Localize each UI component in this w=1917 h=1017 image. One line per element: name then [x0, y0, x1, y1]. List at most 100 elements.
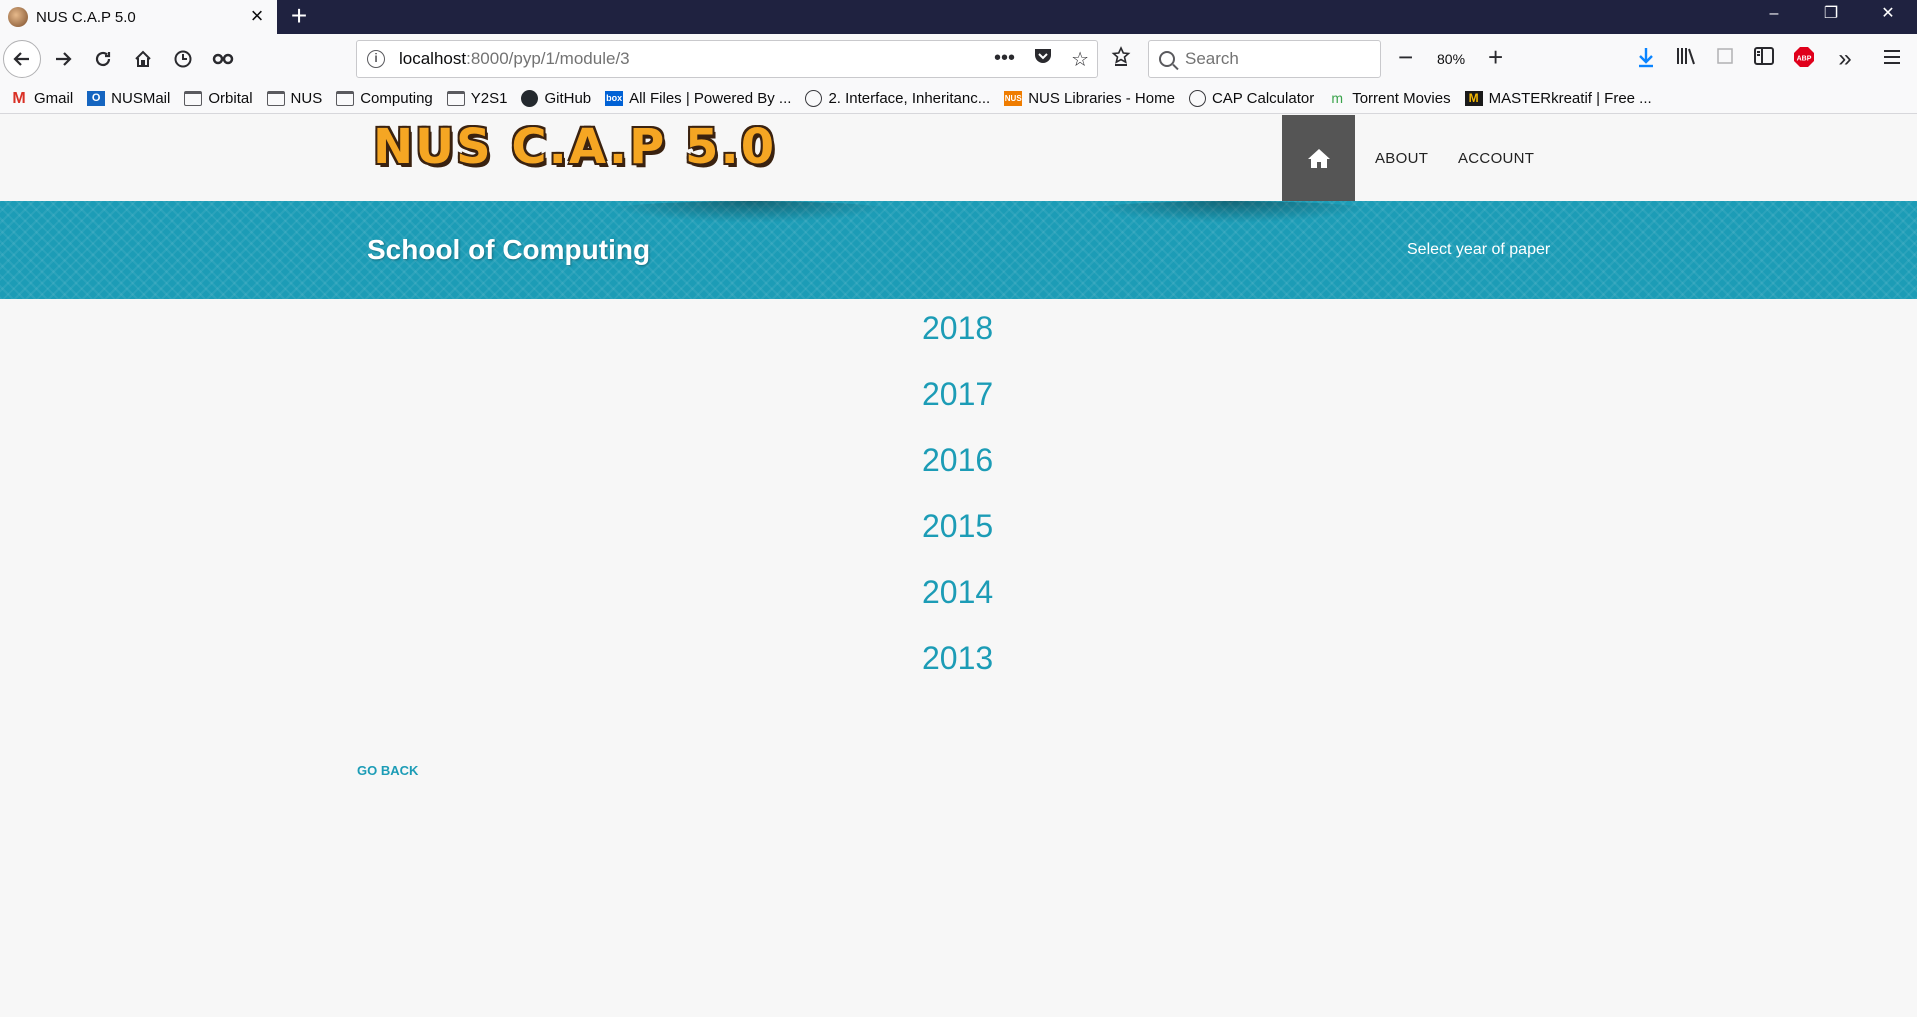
bookmarks-bar: M Gmail O NUSMail Orbital NUS Computing Y2S1 Git…	[0, 84, 1917, 114]
folder-icon	[446, 91, 465, 106]
bookmark-item[interactable]: GitHub	[521, 90, 591, 107]
page-actions-icon[interactable]: •••	[994, 47, 1015, 72]
bookmark-item[interactable]: M MASTERkreatif | Free ...	[1464, 90, 1652, 107]
browser-toolbar: i localhost:8000/pyp/1/module/3 ••• ☆ Se…	[0, 34, 1917, 84]
site-favicon-icon	[8, 7, 28, 27]
bookmark-item[interactable]: CAP Calculator	[1188, 90, 1315, 107]
restore-icon[interactable]: ❐	[1808, 0, 1854, 34]
search-placeholder: Search	[1185, 49, 1239, 68]
bookmark-item[interactable]: O NUSMail	[87, 90, 170, 107]
info-icon[interactable]: i	[367, 50, 385, 68]
torrent-icon: m	[1331, 90, 1344, 106]
address-bar[interactable]: i localhost:8000/pyp/1/module/3 ••• ☆	[356, 40, 1098, 78]
url-path: :8000/pyp/1/module/3	[466, 49, 630, 68]
globe-icon	[1188, 90, 1206, 107]
bookmark-label: All Files | Powered By ...	[629, 90, 792, 107]
back-arrow-icon	[13, 52, 29, 66]
sidebar-icon[interactable]	[1751, 46, 1777, 72]
box-icon: box	[605, 91, 624, 106]
bookmark-label: Y2S1	[470, 90, 508, 107]
clock-icon	[174, 50, 192, 68]
downloads-icon[interactable]	[1633, 46, 1659, 72]
bookmark-label: CAP Calculator	[1211, 90, 1315, 107]
nav-about-link[interactable]: ABOUT	[1375, 150, 1428, 167]
bookmark-label: Torrent Movies	[1352, 90, 1451, 107]
hamburger-menu-icon[interactable]	[1879, 46, 1905, 72]
forward-arrow-icon	[56, 52, 72, 66]
bookmark-item[interactable]: NUS NUS Libraries - Home	[1004, 90, 1175, 107]
bookmark-item[interactable]: M Gmail	[10, 90, 73, 107]
reload-button[interactable]	[85, 41, 121, 77]
zoom-in-button[interactable]: +	[1488, 42, 1503, 72]
bookmark-item[interactable]: Orbital	[184, 90, 253, 107]
site-logo[interactable]: NUS C.A.P 5.0	[373, 119, 776, 175]
bookmark-label: Computing	[360, 90, 433, 107]
year-link[interactable]: 2018	[922, 310, 993, 347]
home-icon	[1307, 149, 1330, 168]
url-host: localhost	[399, 49, 467, 68]
bookmark-label: NUSMail	[111, 90, 171, 107]
private-browsing-button[interactable]	[205, 41, 241, 77]
bookmark-item[interactable]: Computing	[336, 90, 433, 107]
reader-view-icon[interactable]	[1108, 46, 1134, 72]
year-link[interactable]: 2013	[922, 640, 993, 677]
adblock-icon[interactable]: ABP	[1791, 46, 1817, 72]
go-back-link[interactable]: GO BACK	[357, 763, 418, 778]
bookmark-item[interactable]: Y2S1	[446, 90, 508, 107]
svg-text:ABP: ABP	[1797, 56, 1812, 63]
extension-icon[interactable]	[1712, 46, 1738, 72]
zoom-out-button[interactable]: −	[1398, 42, 1413, 72]
back-button[interactable]	[3, 40, 41, 78]
bookmark-item[interactable]: 2. Interface, Inheritanc...	[805, 90, 990, 107]
nus-icon: NUS	[1004, 91, 1023, 106]
banner-shadow-decoration	[600, 201, 900, 223]
github-icon	[521, 90, 539, 107]
forward-button[interactable]	[45, 41, 81, 77]
banner-shadow-decoration	[1080, 201, 1380, 223]
site-header: NUS C.A.P 5.0 ABOUT ACCOUNT	[0, 115, 1917, 201]
year-link[interactable]: 2016	[922, 442, 993, 479]
bookmark-item[interactable]: m Torrent Movies	[1328, 90, 1450, 107]
reload-icon	[95, 51, 111, 67]
pocket-icon[interactable]	[1033, 47, 1053, 72]
folder-icon	[184, 91, 203, 106]
folder-icon	[336, 91, 355, 106]
overflow-menu-icon[interactable]: »	[1832, 46, 1858, 72]
library-icon[interactable]	[1673, 46, 1699, 72]
bookmark-label: Gmail	[34, 90, 74, 107]
search-icon	[1159, 51, 1175, 67]
home-browser-button[interactable]	[125, 41, 161, 77]
nav-account-link[interactable]: ACCOUNT	[1458, 150, 1534, 167]
year-link[interactable]: 2017	[922, 376, 993, 413]
tab-title: NUS C.A.P 5.0	[36, 8, 136, 26]
page-banner: School of Computing Select year of paper	[0, 201, 1917, 299]
outlook-icon: O	[87, 91, 106, 106]
gmail-icon: M	[12, 90, 26, 107]
history-button[interactable]	[165, 41, 201, 77]
bookmark-item[interactable]: box All Files | Powered By ...	[605, 90, 791, 107]
close-window-icon[interactable]: ✕	[1865, 0, 1911, 34]
folder-icon	[266, 91, 285, 106]
mask-icon	[212, 53, 234, 65]
bookmark-label: MASTERkreatif | Free ...	[1488, 90, 1652, 107]
bookmark-label: 2. Interface, Inheritanc...	[828, 90, 991, 107]
year-link[interactable]: 2015	[922, 508, 993, 545]
close-tab-icon[interactable]: ×	[245, 5, 269, 29]
bookmark-label: GitHub	[544, 90, 592, 107]
zoom-level[interactable]: 80%	[1437, 51, 1465, 67]
minimize-icon[interactable]: –	[1751, 0, 1797, 34]
home-nav-button[interactable]	[1282, 115, 1355, 201]
search-input[interactable]: Search	[1148, 40, 1381, 78]
bookmark-item[interactable]: NUS	[266, 90, 323, 107]
page-title: School of Computing	[367, 234, 651, 265]
bookmark-star-icon[interactable]: ☆	[1071, 47, 1089, 72]
globe-icon	[805, 90, 823, 107]
master-icon: M	[1464, 91, 1483, 106]
bookmark-label: NUS Libraries - Home	[1028, 90, 1175, 107]
home-icon	[135, 50, 151, 67]
new-tab-icon[interactable]: +	[284, 2, 314, 32]
browser-titlebar: NUS C.A.P 5.0 × + – ❐ ✕	[0, 0, 1917, 34]
bookmark-label: NUS	[290, 90, 323, 107]
browser-tab[interactable]: NUS C.A.P 5.0 ×	[0, 0, 277, 34]
year-link[interactable]: 2014	[922, 574, 993, 611]
